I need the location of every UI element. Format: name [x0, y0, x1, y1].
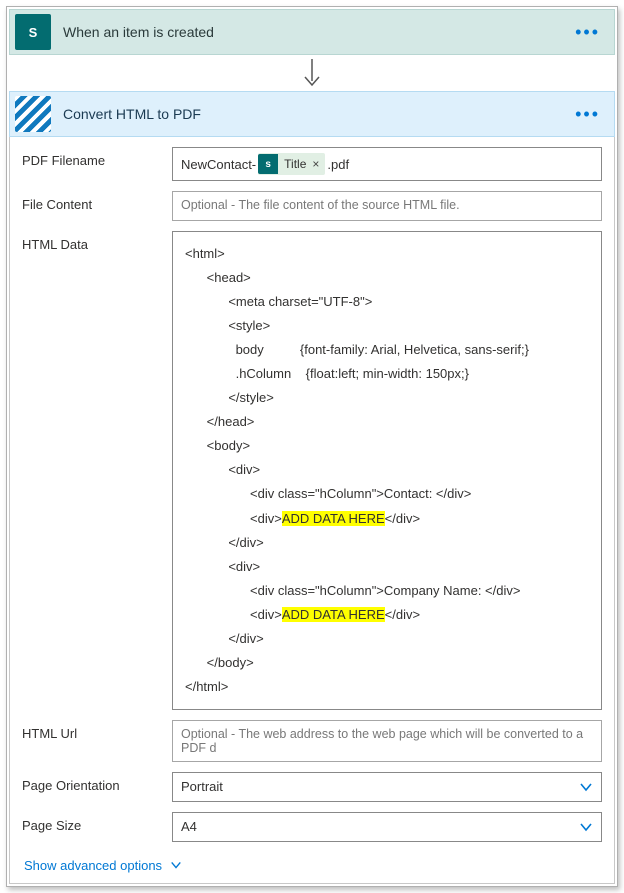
select-value: Portrait [181, 779, 223, 794]
row-page-orientation: Page Orientation Portrait [22, 772, 602, 802]
token-remove-icon[interactable]: × [312, 157, 319, 171]
row-pdf-filename: PDF Filename NewContact- s Title × .pdf [22, 147, 602, 181]
chevron-down-icon [579, 820, 593, 834]
row-page-size: Page Size A4 [22, 812, 602, 842]
select-page-orientation[interactable]: Portrait [172, 772, 602, 802]
highlight-placeholder: ADD DATA HERE [282, 511, 385, 526]
action-card-body: PDF Filename NewContact- s Title × .pdf … [9, 137, 615, 884]
chevron-down-icon [170, 859, 182, 871]
input-html-data[interactable]: <html> <head> <meta charset="UTF-8"> <st… [172, 231, 602, 710]
select-page-size[interactable]: A4 [172, 812, 602, 842]
label-page-size: Page Size [22, 812, 172, 833]
filename-suffix-text: .pdf [327, 157, 349, 172]
sharepoint-icon: S [15, 14, 51, 50]
label-file-content: File Content [22, 191, 172, 212]
arrow-down-icon [301, 59, 323, 89]
action-card-header[interactable]: Convert HTML to PDF ••• [9, 91, 615, 137]
filename-prefix-text: NewContact- [181, 157, 256, 172]
sharepoint-icon-letter: S [29, 25, 38, 40]
input-file-content[interactable]: Optional - The file content of the sourc… [172, 191, 602, 221]
advanced-link-text: Show advanced options [24, 858, 162, 873]
trigger-title: When an item is created [63, 24, 569, 40]
input-html-url[interactable]: Optional - The web address to the web pa… [172, 720, 602, 762]
trigger-card[interactable]: S When an item is created ••• [9, 9, 615, 55]
trigger-menu-button[interactable]: ••• [569, 22, 606, 43]
show-advanced-options-link[interactable]: Show advanced options [22, 852, 184, 877]
row-html-data: HTML Data <html> <head> <meta charset="U… [22, 231, 602, 710]
connector-arrow [9, 55, 615, 91]
dynamic-token-title[interactable]: s Title × [258, 153, 325, 175]
select-value: A4 [181, 819, 197, 834]
label-pdf-filename: PDF Filename [22, 147, 172, 168]
encodian-icon [15, 96, 51, 132]
action-title: Convert HTML to PDF [63, 106, 569, 122]
chevron-down-icon [579, 780, 593, 794]
label-html-url: HTML Url [22, 720, 172, 741]
highlight-placeholder: ADD DATA HERE [282, 607, 385, 622]
sharepoint-icon: s [258, 154, 278, 174]
label-page-orientation: Page Orientation [22, 772, 172, 793]
action-menu-button[interactable]: ••• [569, 104, 606, 125]
row-file-content: File Content Optional - The file content… [22, 191, 602, 221]
row-html-url: HTML Url Optional - The web address to t… [22, 720, 602, 762]
token-label: Title [284, 157, 306, 171]
input-pdf-filename[interactable]: NewContact- s Title × .pdf [172, 147, 602, 181]
label-html-data: HTML Data [22, 231, 172, 252]
flow-designer: S When an item is created ••• Convert HT… [6, 6, 618, 887]
